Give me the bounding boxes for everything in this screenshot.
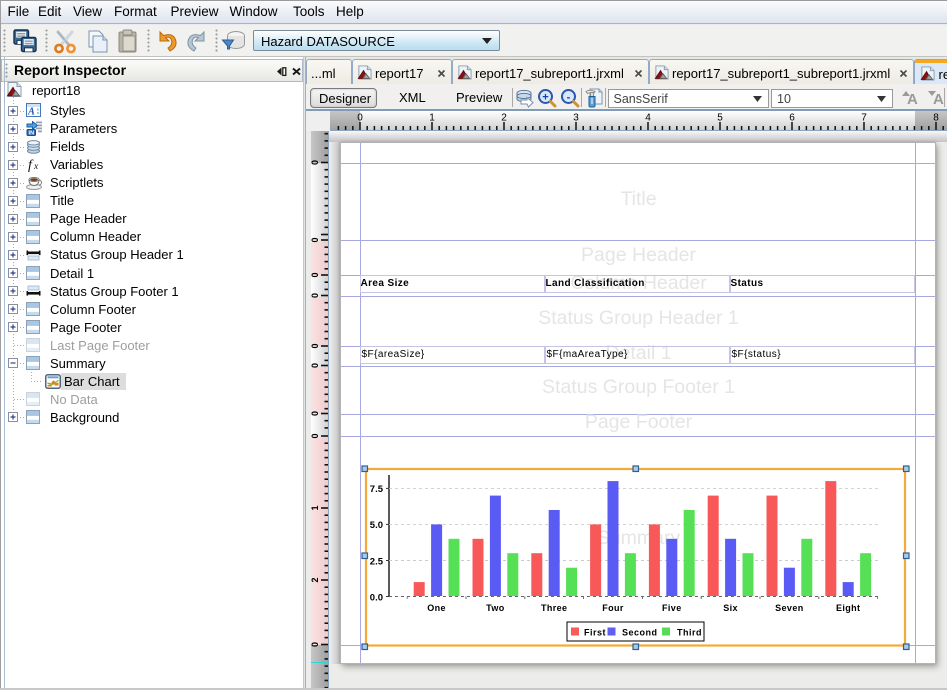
svg-text:7: 7 <box>861 113 867 124</box>
svg-text:4: 4 <box>645 113 651 124</box>
svg-text:First: First <box>584 628 606 638</box>
svg-text:Five: Five <box>662 603 682 613</box>
svg-text:+: + <box>542 92 548 104</box>
svg-text:2: 2 <box>311 577 320 582</box>
svg-text:x: x <box>33 162 39 172</box>
svg-text:2: 2 <box>501 113 507 124</box>
svg-text:0: 0 <box>311 272 320 277</box>
svg-text:3: 3 <box>573 113 579 124</box>
svg-text:Two: Two <box>486 603 505 613</box>
svg-text:8: 8 <box>933 113 939 124</box>
svg-text:7.5: 7.5 <box>370 484 384 495</box>
svg-text:5.0: 5.0 <box>370 520 383 531</box>
svg-text:0: 0 <box>311 411 320 416</box>
svg-text:Eight: Eight <box>836 603 861 613</box>
svg-text:0: 0 <box>311 237 320 242</box>
svg-text:0: 0 <box>311 433 320 438</box>
svg-text:Third: Third <box>677 628 702 638</box>
svg-text:5: 5 <box>717 113 723 124</box>
svg-text:0: 0 <box>357 113 363 124</box>
svg-text:Second: Second <box>622 628 658 638</box>
svg-text:0: 0 <box>311 293 320 298</box>
svg-text:0: 0 <box>311 642 320 647</box>
svg-text:Seven: Seven <box>775 603 804 613</box>
svg-text:0.0: 0.0 <box>370 592 383 603</box>
svg-text:0: 0 <box>311 343 320 348</box>
svg-text:Six: Six <box>723 603 738 613</box>
svg-text:IN: IN <box>29 130 35 136</box>
svg-text:A: A <box>907 91 918 108</box>
svg-text:A: A <box>933 91 944 108</box>
svg-text:A: A <box>27 107 35 118</box>
svg-text:Four: Four <box>602 603 624 613</box>
svg-text:6: 6 <box>789 113 795 124</box>
svg-text:2.5: 2.5 <box>370 556 384 567</box>
svg-text:One: One <box>427 603 446 613</box>
svg-text:1: 1 <box>429 113 435 124</box>
svg-text:-: - <box>567 92 571 104</box>
svg-text:Three: Three <box>541 603 568 613</box>
svg-text:1: 1 <box>311 505 320 510</box>
svg-text:0: 0 <box>311 363 320 368</box>
svg-text:0: 0 <box>311 160 320 165</box>
